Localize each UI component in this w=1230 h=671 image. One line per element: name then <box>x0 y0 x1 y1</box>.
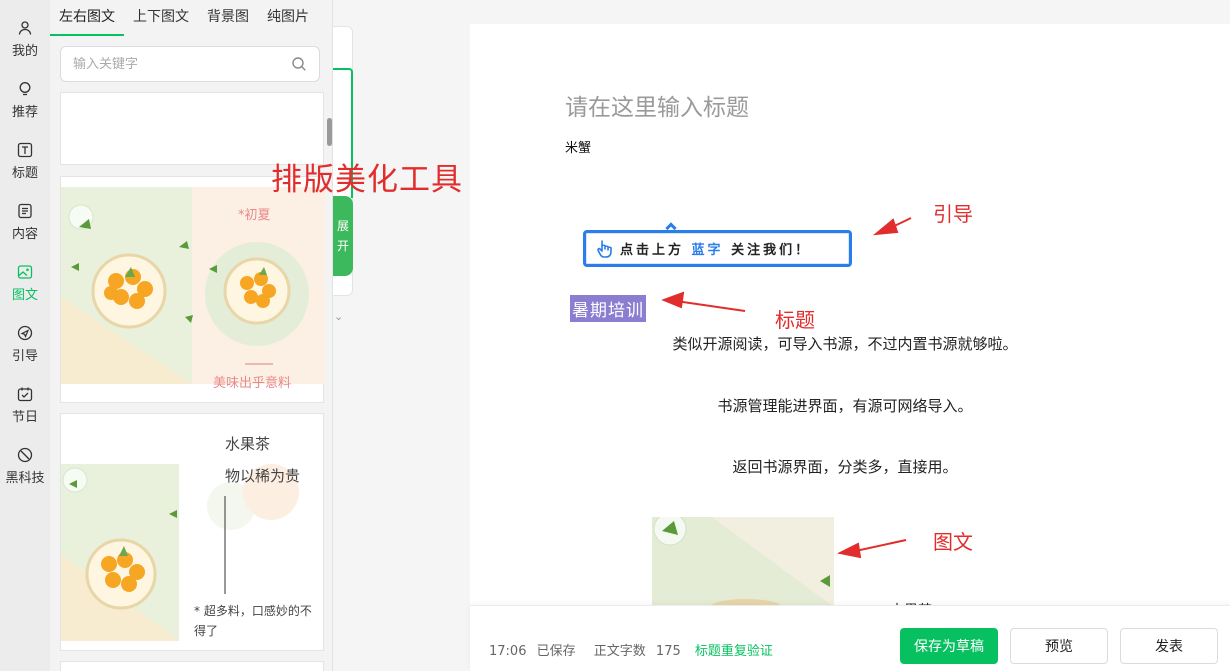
bottom-action-bar: 17:06 已保存 正文字数 175 标题重复验证 保存为草稿 预览 发表 <box>470 605 1230 671</box>
word-count: 175 <box>655 644 681 659</box>
overlay-title: 排版美化工具 <box>271 162 463 198</box>
nav-label-tech: 黑科技 <box>5 470 45 486</box>
nav-label-guide: 引导 <box>11 348 38 364</box>
panel-scrollbar[interactable] <box>327 118 332 146</box>
paragraph[interactable]: 返回书源界面，分类多，直接用。 <box>565 456 1125 477</box>
title-duplicate-check-link[interactable]: 标题重复验证 <box>695 644 773 659</box>
nav-item-content[interactable]: 内容 <box>0 193 50 251</box>
card-line-2: 物以稀为贵 <box>225 467 301 485</box>
send-icon <box>17 325 33 341</box>
nav-label-recommend: 推荐 <box>11 104 38 120</box>
tab-top-bottom[interactable]: 上下图文 <box>124 0 198 36</box>
nav-item-mine[interactable]: 我的 <box>0 10 50 68</box>
template-tabs: 左右图文 上下图文 背景图 纯图片 <box>50 0 333 36</box>
guide-text: 点击上方 蓝字 关注我们！ <box>620 239 811 258</box>
saved-label: 已保存 <box>536 644 576 659</box>
card-top-text: *初夏 <box>238 208 271 223</box>
template-panel: 左右图文 上下图文 背景图 纯图片 输入关键字 *初夏 美味出乎意料 水果茶 物… <box>50 0 333 671</box>
nav-item-tech[interactable]: 黑科技 <box>0 437 50 495</box>
word-count-label: 正文字数 <box>593 644 646 659</box>
user-icon <box>17 20 33 36</box>
annotation-guide: 引导 <box>933 202 973 226</box>
template-card[interactable]: *初夏 美味出乎意料 <box>60 176 325 403</box>
nav-label-content: 内容 <box>11 226 38 242</box>
save-status: 17:06 已保存 正文字数 175 标题重复验证 <box>489 640 779 659</box>
nav-item-guide[interactable]: 引导 <box>0 315 50 373</box>
annotation-title: 标题 <box>775 308 815 332</box>
guide-suffix: 关注我们！ <box>723 243 812 258</box>
nav-item-image-text[interactable]: 图文 <box>0 254 50 312</box>
title-icon <box>17 142 33 158</box>
nav-label-image-text: 图文 <box>11 287 38 303</box>
left-nav-rail: 我的 推荐 标题 内容 图文 引导 节日 黑科技 <box>0 0 50 671</box>
tab-pure-image[interactable]: 纯图片 <box>258 0 318 36</box>
search-box <box>60 46 320 82</box>
chevron-down-icon[interactable]: ⌄ <box>334 310 343 323</box>
card-line-1: 水果茶 <box>225 435 271 453</box>
expand-button[interactable]: 展 开 <box>333 196 353 276</box>
paragraph[interactable]: 书源管理能进界面，有源可网络导入。 <box>565 395 1125 416</box>
template-card[interactable] <box>60 661 324 671</box>
article-editor: 请在这里输入标题 米蟹 点击上方 蓝字 关注我们！ 暑期培训 类似开源阅读，可导… <box>470 24 1230 671</box>
guide-prefix: 点击上方 <box>620 243 692 258</box>
nav-label-title: 标题 <box>11 165 38 181</box>
expand-label-2: 开 <box>336 239 349 253</box>
content-image[interactable] <box>652 517 834 607</box>
template-card[interactable]: 水果茶 物以稀为贵 * 超多料，口感妙的不得了 <box>60 413 324 651</box>
title-input[interactable]: 请在这里输入标题 <box>565 88 749 122</box>
compass-icon <box>17 447 33 463</box>
preview-button[interactable]: 预览 <box>1010 628 1108 664</box>
paragraph[interactable]: 类似开源阅读，可导入书源，不过内置书源就够啦。 <box>565 333 1125 354</box>
calendar-icon <box>17 386 33 402</box>
nav-label-mine: 我的 <box>11 43 38 59</box>
card-bottom-text: 美味出乎意料 <box>213 376 292 391</box>
hand-pointer-icon <box>597 239 612 258</box>
search-icon[interactable] <box>291 56 307 72</box>
annotation-image: 图文 <box>933 530 973 554</box>
search-input[interactable] <box>61 56 281 72</box>
document-icon <box>17 203 33 219</box>
save-time: 17:06 <box>489 644 527 659</box>
tab-background[interactable]: 背景图 <box>198 0 258 36</box>
expand-label-1: 展 <box>336 219 349 233</box>
save-draft-button[interactable]: 保存为草稿 <box>900 628 998 664</box>
nav-item-recommend[interactable]: 推荐 <box>0 71 50 129</box>
author-field[interactable]: 米蟹 <box>565 137 591 156</box>
nav-label-festival: 节日 <box>11 409 38 425</box>
image-icon <box>17 264 33 280</box>
nav-item-festival[interactable]: 节日 <box>0 376 50 434</box>
follow-guide-banner[interactable]: 点击上方 蓝字 关注我们！ <box>583 230 852 267</box>
card-note: * 超多料，口感妙的不得了 <box>194 604 312 638</box>
bulb-icon <box>17 81 33 97</box>
guide-blue-text: 蓝字 <box>691 243 724 258</box>
publish-button[interactable]: 发表 <box>1120 628 1218 664</box>
tab-left-right[interactable]: 左右图文 <box>50 0 124 36</box>
nav-item-title[interactable]: 标题 <box>0 132 50 190</box>
section-title[interactable]: 暑期培训 <box>570 295 646 322</box>
template-preview-image <box>61 187 325 384</box>
